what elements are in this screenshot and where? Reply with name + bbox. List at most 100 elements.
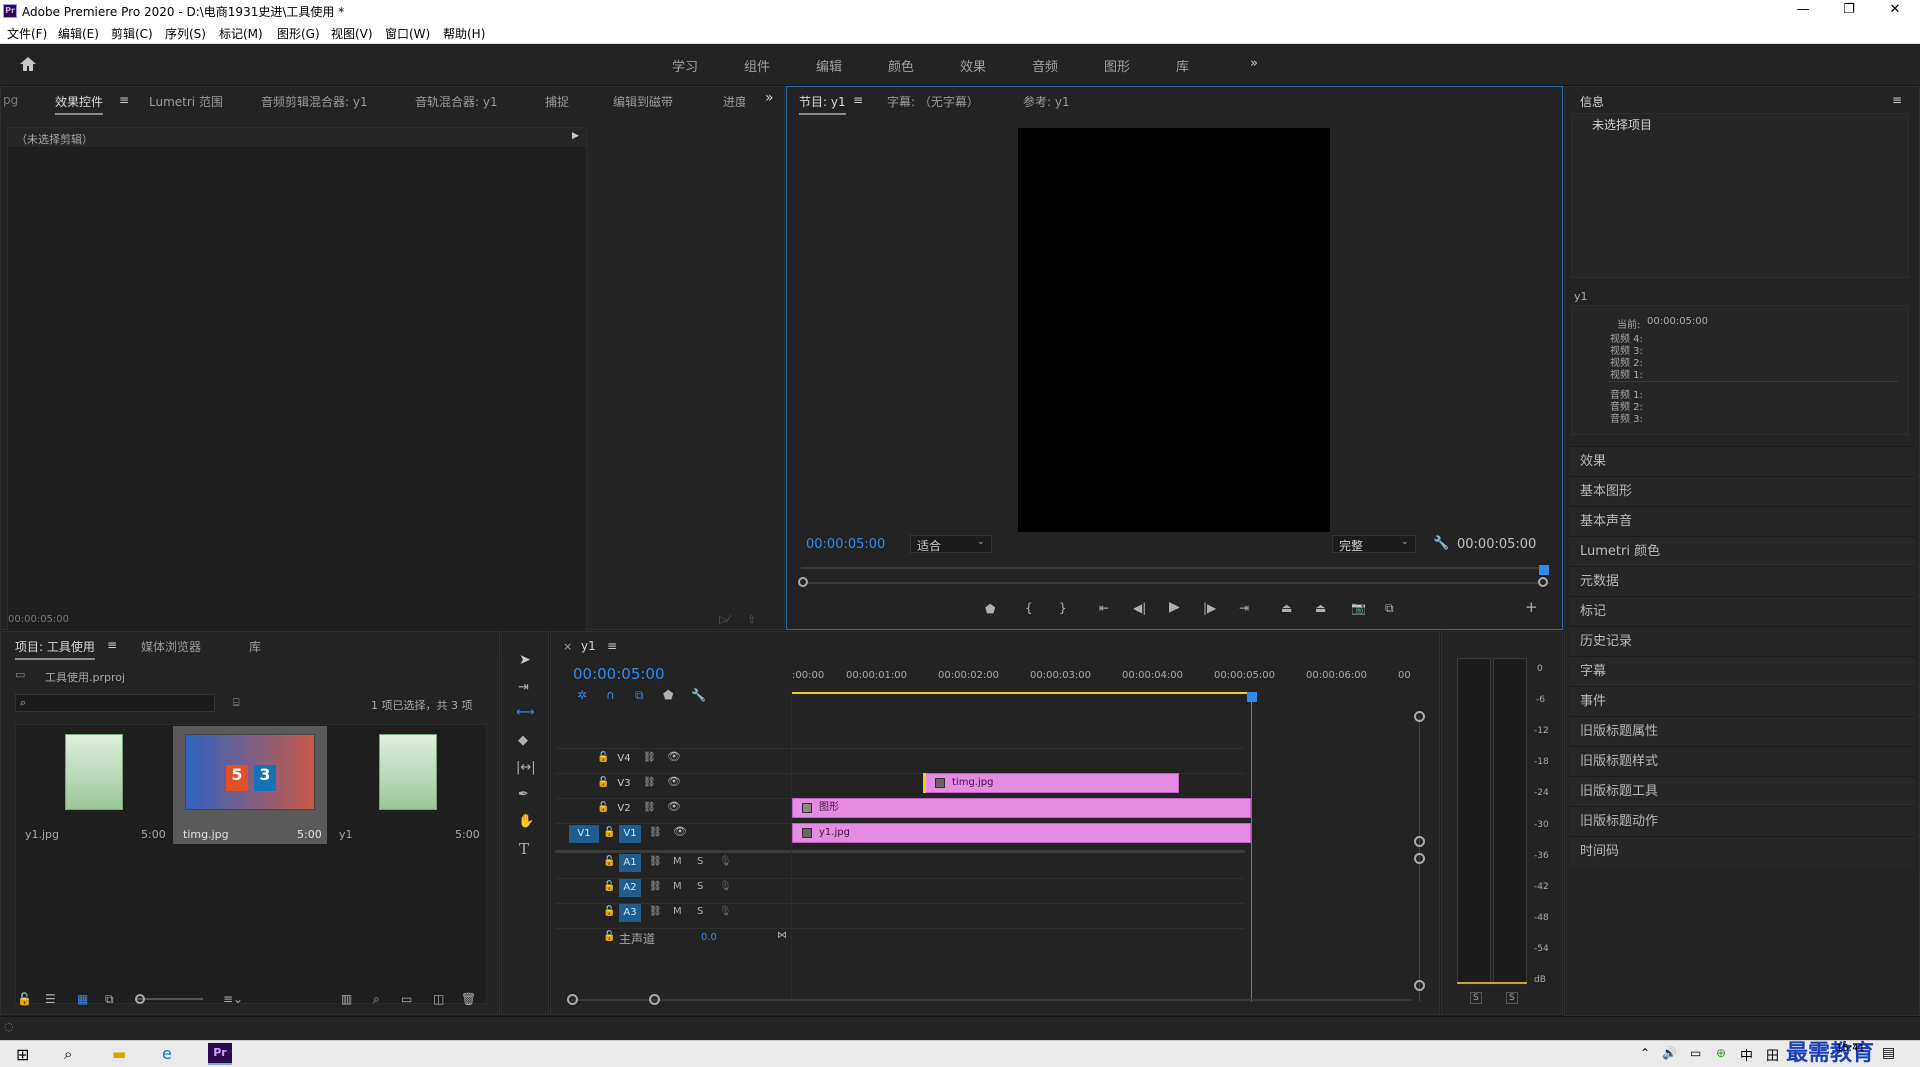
vertical-zoom-handle-bottom[interactable] xyxy=(1414,980,1425,991)
panel-effects[interactable]: 效果 xyxy=(1570,446,1915,476)
premiere-taskbar-icon[interactable]: Pr xyxy=(208,1043,232,1065)
program-tab-menu-icon[interactable]: ≡ xyxy=(853,93,863,107)
panel-markers[interactable]: 标记 xyxy=(1570,596,1915,626)
export-frame-camera-icon[interactable]: 📷 xyxy=(1351,602,1366,614)
track-lock-icon[interactable]: 🔓 xyxy=(603,906,615,918)
snap-magnet-icon[interactable]: ∩ xyxy=(606,689,615,701)
track-lock-icon[interactable]: 🔓 xyxy=(603,827,615,839)
sync-lock-icon[interactable]: ⛓ xyxy=(643,752,656,764)
workspace-graphics[interactable]: 图形 xyxy=(1104,56,1130,75)
selection-tool-icon[interactable]: ➤ xyxy=(519,653,531,667)
menu-graphics[interactable]: 图形(G) xyxy=(277,25,320,42)
master-volume-value[interactable]: 0.0 xyxy=(701,932,717,943)
minimize-button[interactable]: — xyxy=(1780,0,1826,22)
play-icon[interactable]: ▶ xyxy=(1169,600,1180,614)
toggle-output-eye-icon[interactable]: 👁 xyxy=(667,801,681,813)
menu-help[interactable]: 帮助(H) xyxy=(443,25,485,42)
tab-effect-controls[interactable]: 效果控件 xyxy=(55,93,104,115)
step-forward-icon[interactable]: |▶ xyxy=(1203,602,1216,614)
type-tool-icon[interactable]: T xyxy=(519,842,529,857)
voice-over-mic-icon[interactable]: 🎙 xyxy=(719,906,732,918)
workspace-effects[interactable]: 效果 xyxy=(960,56,986,75)
tab-project[interactable]: 项目: 工具使用 xyxy=(15,638,95,660)
track-lock-icon[interactable]: 🔓 xyxy=(597,802,609,814)
add-marker-icon[interactable]: ⬟ xyxy=(985,603,995,615)
restore-button[interactable]: ❐ xyxy=(1826,0,1872,22)
button-editor-plus-icon[interactable]: + xyxy=(1525,600,1538,615)
project-search-input[interactable]: ⌕ xyxy=(15,694,215,712)
zoom-slider[interactable] xyxy=(137,998,203,1000)
export-icon[interactable]: ⇪ xyxy=(747,613,756,626)
panel-captions[interactable]: 字幕 xyxy=(1570,656,1915,686)
playback-resolution-dropdown[interactable]: 完整 ⌄ xyxy=(1332,535,1416,553)
work-area-bar[interactable] xyxy=(792,692,1252,694)
tab-progress[interactable]: 进度 xyxy=(723,93,745,110)
automate-to-sequence-icon[interactable]: ▥ xyxy=(341,993,352,1005)
toggle-output-eye-icon[interactable]: 👁 xyxy=(673,826,687,838)
find-icon[interactable]: ⌕ xyxy=(373,993,380,1005)
menu-edit[interactable]: 编辑(E) xyxy=(58,25,99,42)
mute-button[interactable]: M xyxy=(673,856,682,868)
tray-volume-icon[interactable]: 🔊 xyxy=(1662,1046,1677,1060)
solo-button[interactable]: S xyxy=(697,906,703,918)
horizontal-zoom-handle-left[interactable] xyxy=(567,994,578,1005)
workspace-audio[interactable]: 音频 xyxy=(1032,56,1058,75)
sort-icon[interactable]: ≡⌄ xyxy=(223,993,243,1005)
panel-essential-graphics[interactable]: 基本图形 xyxy=(1570,476,1915,506)
track-target-v2[interactable]: V2 xyxy=(613,800,635,818)
timeline-menu-icon[interactable]: ≡ xyxy=(607,639,617,653)
menu-view[interactable]: 视图(V) xyxy=(331,25,373,42)
sync-lock-icon[interactable]: ⛓ xyxy=(643,802,656,814)
pen-tool-icon[interactable]: ✒ xyxy=(518,788,529,801)
zoom-slider-handle[interactable] xyxy=(135,994,145,1004)
video-audio-divider[interactable] xyxy=(555,850,1245,853)
menu-window[interactable]: 窗口(W) xyxy=(385,25,430,42)
taskbar-search-icon[interactable]: ⌕ xyxy=(64,1045,72,1063)
clip-y1[interactable]: y1.jpg xyxy=(792,823,1251,843)
tray-chevron-up-icon[interactable]: ⌃ xyxy=(1640,1046,1650,1060)
razor-tool-icon[interactable]: ◆ xyxy=(518,734,528,747)
project-item[interactable]: y1 5:00 xyxy=(331,726,481,846)
track-lock-icon[interactable]: 🔓 xyxy=(603,931,615,943)
workspace-libraries[interactable]: 库 xyxy=(1176,56,1189,75)
tab-reference[interactable]: 参考: y1 xyxy=(1023,93,1070,110)
home-icon[interactable] xyxy=(18,54,38,74)
solo-button[interactable]: S xyxy=(697,856,703,868)
more-workspaces-icon[interactable]: » xyxy=(1250,56,1258,71)
project-item[interactable]: y1.jpg 5:00 xyxy=(17,726,167,846)
track-target-a2[interactable]: A2 xyxy=(619,879,641,897)
panel-events[interactable]: 事件 xyxy=(1570,686,1915,716)
sync-lock-icon[interactable]: ⛓ xyxy=(649,906,662,918)
program-zoom-bar[interactable] xyxy=(801,582,1549,584)
extract-icon[interactable]: ⏏ xyxy=(1315,602,1326,614)
ime-indicator[interactable]: 中 xyxy=(1740,1045,1753,1064)
go-to-out-icon[interactable]: ⇥ xyxy=(1239,602,1249,614)
panel-legacy-title-properties[interactable]: 旧版标题属性 xyxy=(1570,716,1915,746)
program-current-timecode[interactable]: 00:00:05:00 xyxy=(806,537,885,552)
audio-zoom-handle[interactable] xyxy=(1414,853,1425,864)
horizontal-zoom-track[interactable] xyxy=(571,999,1411,1001)
voice-over-mic-icon[interactable]: 🎙 xyxy=(719,881,732,893)
tray-app-icon[interactable]: ⊕ xyxy=(1716,1046,1726,1060)
panel-history[interactable]: 历史记录 xyxy=(1570,626,1915,656)
tab-edit-to-tape[interactable]: 编辑到磁带 xyxy=(613,93,673,110)
lock-icon[interactable]: 🔓 xyxy=(17,993,32,1005)
mute-button[interactable]: M xyxy=(673,906,682,918)
master-expand-icon[interactable]: ⋈ xyxy=(777,930,787,942)
program-playhead[interactable] xyxy=(1539,565,1549,575)
workspace-editing[interactable]: 编辑 xyxy=(816,56,842,75)
track-lock-icon[interactable]: 🔓 xyxy=(603,856,615,868)
comparison-view-icon[interactable]: ⧉ xyxy=(1385,602,1394,614)
menu-marker[interactable]: 标记(M) xyxy=(219,25,263,42)
workspace-color[interactable]: 颜色 xyxy=(888,56,914,75)
track-target-v3[interactable]: V3 xyxy=(613,775,635,793)
track-lock-icon[interactable]: 🔓 xyxy=(597,752,609,764)
playhead-handle[interactable] xyxy=(1247,692,1257,702)
track-target-a1[interactable]: A1 xyxy=(619,854,641,872)
tab-audio-clip-mixer[interactable]: 音频剪辑混合器: y1 xyxy=(261,93,368,110)
track-target-a3[interactable]: A3 xyxy=(619,904,641,922)
sync-lock-icon[interactable]: ⛓ xyxy=(643,777,656,789)
vertical-zoom-handle-top[interactable] xyxy=(1414,711,1425,722)
clear-trash-icon[interactable]: 🗑 xyxy=(461,993,476,1005)
ripple-edit-tool-icon[interactable]: ⟷ xyxy=(516,706,535,719)
